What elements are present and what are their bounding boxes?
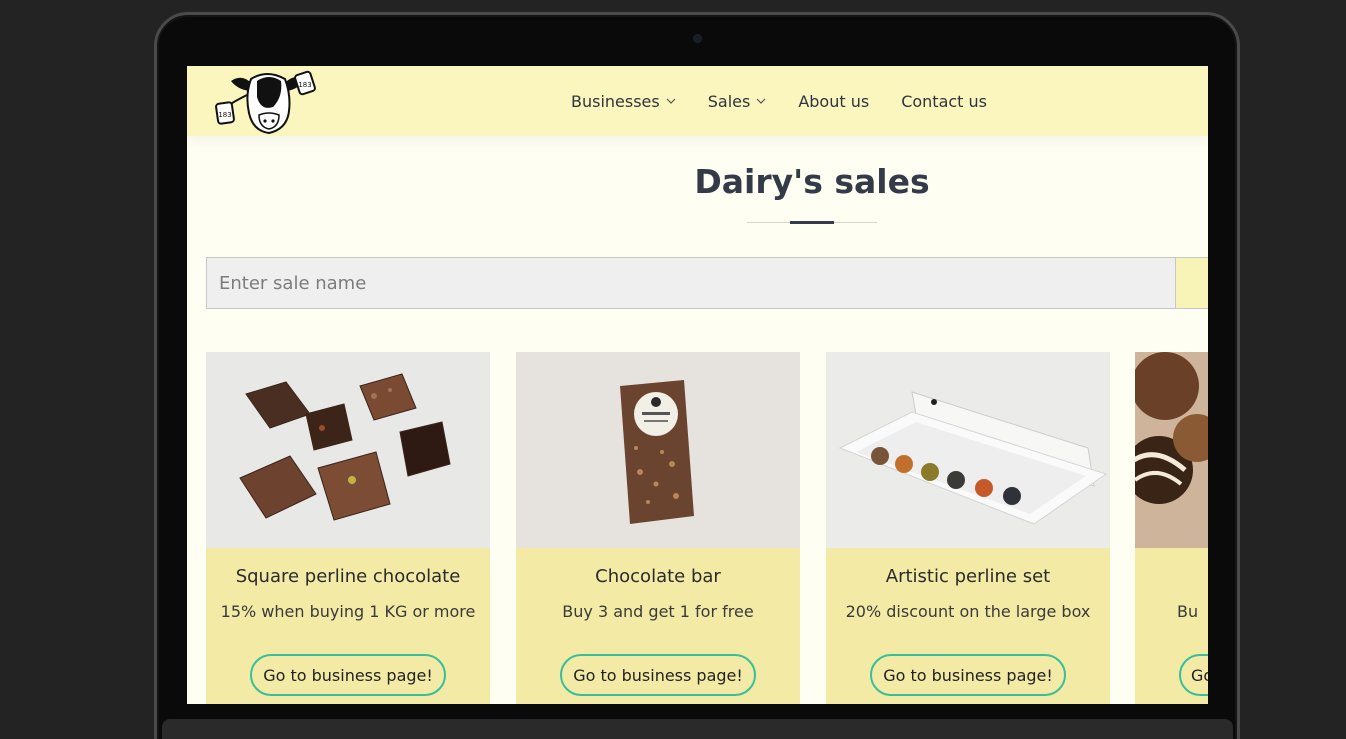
card-image-chocolate-bar bbox=[516, 352, 800, 548]
logo-tag-right: 183 bbox=[298, 81, 311, 89]
chevron-down-icon bbox=[666, 98, 676, 104]
card-title: Artistic perline set bbox=[885, 566, 1051, 587]
title-divider-accent bbox=[790, 221, 834, 224]
sale-card: Chocolate bar Buy 3 and get 1 for free G… bbox=[516, 352, 800, 704]
webcam bbox=[693, 34, 702, 43]
sale-card: Artistic perline set 20% discount on the… bbox=[826, 352, 1110, 704]
go-to-business-button[interactable]: Go to business page! bbox=[560, 654, 756, 696]
nav-item-label: Contact us bbox=[901, 91, 988, 111]
card-title: Square perline chocolate bbox=[235, 566, 461, 587]
card-description: Buy 3 and get 1 for free bbox=[562, 602, 754, 621]
logo-tag-left: 183 bbox=[218, 111, 231, 119]
nav-item-about-us[interactable]: About us bbox=[798, 92, 869, 111]
go-to-business-button[interactable]: Go to business page! bbox=[250, 654, 446, 696]
card-description: Bu bbox=[1177, 602, 1199, 621]
nav-item-sales[interactable]: Sales bbox=[708, 92, 767, 111]
cow-logo[interactable]: 183 183 bbox=[213, 67, 321, 135]
nav-item-businesses[interactable]: Businesses bbox=[571, 92, 676, 111]
card-description: 15% when buying 1 KG or more bbox=[220, 602, 476, 621]
card-image-chocolate-squares bbox=[206, 352, 490, 548]
card-description: 20% discount on the large box bbox=[845, 602, 1091, 621]
nav-item-label: Sales bbox=[707, 91, 751, 111]
sale-card: Square perline chocolate 15% when buying… bbox=[206, 352, 490, 704]
nav-item-label: About us bbox=[798, 91, 870, 111]
page-title: Dairy's sales bbox=[694, 162, 930, 201]
main-nav: Businesses Sales About us Contact us bbox=[571, 66, 1019, 136]
search-button[interactable] bbox=[1175, 257, 1208, 309]
go-to-business-button[interactable]: Go bbox=[1179, 654, 1208, 696]
card-image-truffles bbox=[1135, 352, 1208, 548]
navbar: 183 183 Businesses Sales About us Contac… bbox=[187, 66, 1208, 136]
nav-item-contact-us[interactable]: Contact us bbox=[901, 92, 987, 111]
sale-card: Bu Go bbox=[1135, 352, 1208, 704]
laptop-screen: 183 183 Businesses Sales About us Contac… bbox=[187, 66, 1208, 704]
chevron-down-icon bbox=[756, 98, 766, 104]
laptop-base bbox=[162, 719, 1233, 739]
nav-item-label: Businesses bbox=[571, 91, 660, 111]
go-to-business-button[interactable]: Go to business page! bbox=[870, 654, 1066, 696]
card-title: Chocolate bar bbox=[595, 566, 721, 587]
search-input[interactable] bbox=[206, 257, 1176, 309]
card-image-perline-box bbox=[826, 352, 1110, 548]
